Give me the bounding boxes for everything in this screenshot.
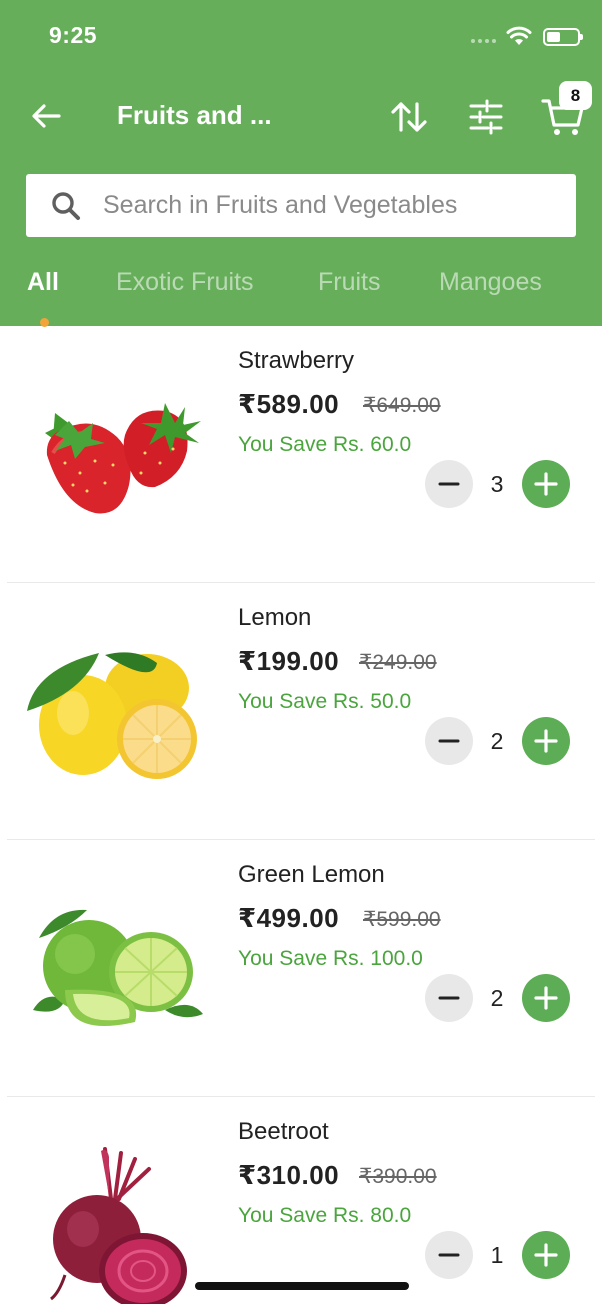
product-name: Green Lemon bbox=[238, 861, 385, 888]
tab-fruits[interactable]: Fruits bbox=[318, 268, 381, 297]
product-savings: You Save Rs. 50.0 bbox=[238, 690, 412, 713]
tab-mangoes[interactable]: Mangoes bbox=[439, 268, 542, 297]
decrease-quantity-button[interactable] bbox=[425, 460, 473, 508]
product-savings: You Save Rs. 100.0 bbox=[238, 947, 423, 970]
minus-icon bbox=[438, 1253, 460, 1257]
quantity-value: 2 bbox=[490, 985, 504, 1011]
product-price: ₹589.00 bbox=[238, 389, 340, 419]
beetroot-image bbox=[50, 1147, 187, 1304]
quantity-value: 2 bbox=[490, 728, 504, 754]
lemon-image bbox=[27, 652, 197, 779]
product-price: ₹199.00 bbox=[238, 646, 340, 676]
product-item[interactable]: Beetroot ₹310.00 ₹390.00 You Save Rs. 80… bbox=[0, 1097, 602, 1304]
search-icon bbox=[50, 190, 82, 222]
search-bar[interactable] bbox=[26, 174, 576, 237]
product-item[interactable]: Lemon ₹199.00 ₹249.00 You Save Rs. 50.0 … bbox=[0, 583, 602, 840]
product-old-price: ₹599.00 bbox=[363, 908, 441, 931]
cart-count-badge: 8 bbox=[559, 81, 592, 110]
tab-exotic-fruits[interactable]: Exotic Fruits bbox=[116, 268, 254, 297]
quantity-value: 1 bbox=[490, 1242, 504, 1268]
product-price: ₹499.00 bbox=[238, 903, 340, 933]
tab-all[interactable]: All bbox=[27, 268, 59, 297]
product-old-price: ₹390.00 bbox=[359, 1165, 437, 1188]
plus-icon bbox=[534, 986, 558, 1010]
plus-icon bbox=[534, 729, 558, 753]
product-item[interactable]: Strawberry ₹589.00 ₹649.00 You Save Rs. … bbox=[0, 326, 602, 583]
product-item[interactable]: Green Lemon ₹499.00 ₹599.00 You Save Rs.… bbox=[0, 840, 602, 1097]
filter-sliders-icon bbox=[469, 99, 503, 135]
increase-quantity-button[interactable] bbox=[522, 460, 570, 508]
wifi-icon bbox=[506, 26, 532, 45]
product-list: Strawberry ₹589.00 ₹649.00 You Save Rs. … bbox=[0, 326, 602, 1304]
home-indicator[interactable] bbox=[195, 1282, 409, 1290]
minus-icon bbox=[438, 996, 460, 1000]
product-old-price: ₹249.00 bbox=[359, 651, 437, 674]
strawberry-image bbox=[45, 403, 201, 514]
product-savings: You Save Rs. 60.0 bbox=[238, 433, 412, 456]
minus-icon bbox=[438, 482, 460, 486]
back-button[interactable] bbox=[28, 98, 64, 134]
decrease-quantity-button[interactable] bbox=[425, 717, 473, 765]
category-tabs: All Exotic Fruits Fruits Mangoes bbox=[0, 268, 602, 308]
page-title: Fruits and ... bbox=[117, 100, 272, 130]
battery-icon bbox=[543, 28, 583, 46]
product-name: Strawberry bbox=[238, 347, 355, 374]
signal-icon bbox=[471, 39, 496, 43]
increase-quantity-button[interactable] bbox=[522, 717, 570, 765]
green-lemon-image bbox=[33, 909, 203, 1026]
filter-button[interactable] bbox=[466, 97, 506, 137]
plus-icon bbox=[534, 472, 558, 496]
app-header: 9:25 Fruits and ... 8 Search in Fruits a… bbox=[0, 0, 602, 326]
minus-icon bbox=[438, 739, 460, 743]
sort-button[interactable] bbox=[389, 97, 429, 137]
product-name: Beetroot bbox=[238, 1118, 329, 1145]
quantity-value: 3 bbox=[490, 471, 504, 497]
product-name: Lemon bbox=[238, 604, 312, 631]
increase-quantity-button[interactable] bbox=[522, 1231, 570, 1279]
status-icons bbox=[440, 24, 583, 50]
product-price: ₹310.00 bbox=[238, 1160, 340, 1190]
decrease-quantity-button[interactable] bbox=[425, 974, 473, 1022]
sort-icon bbox=[391, 102, 427, 132]
product-savings: You Save Rs. 80.0 bbox=[238, 1204, 412, 1227]
search-input[interactable] bbox=[103, 191, 543, 220]
increase-quantity-button[interactable] bbox=[522, 974, 570, 1022]
product-old-price: ₹649.00 bbox=[363, 394, 441, 417]
decrease-quantity-button[interactable] bbox=[425, 1231, 473, 1279]
plus-icon bbox=[534, 1243, 558, 1267]
status-time: 9:25 bbox=[49, 22, 98, 48]
arrow-left-icon bbox=[32, 104, 61, 128]
